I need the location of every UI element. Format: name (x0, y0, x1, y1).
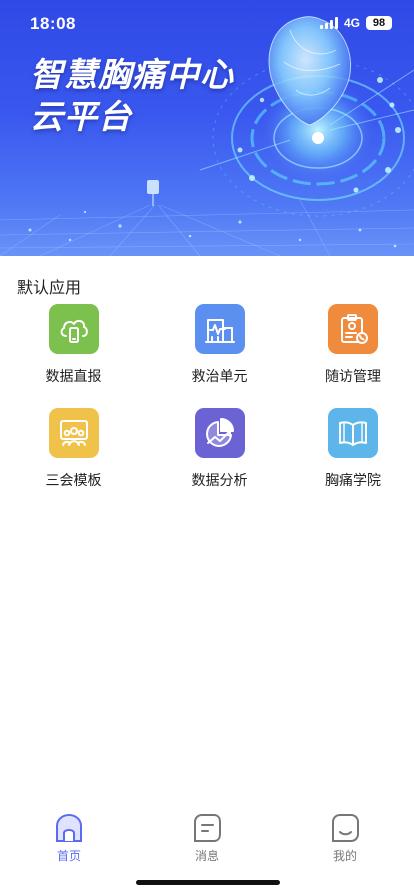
status-bar: 18:08 4G 98 (0, 0, 414, 48)
tab-profile[interactable]: 我的 (305, 812, 385, 864)
app-label: 数据分析 (191, 473, 248, 489)
tab-label: 首页 (56, 849, 81, 863)
battery-level: 98 (366, 16, 392, 30)
apps-grid: 数据直报 救治单元 随访管理 三会模板 数据分析 胸痛学院 (0, 304, 414, 490)
status-time: 18:08 (30, 14, 76, 33)
app-label: 胸痛学院 (325, 473, 381, 489)
clipboard-phone-icon (328, 304, 378, 354)
cellular-signal-icon (319, 17, 338, 29)
section-title-default-apps: 默认应用 (17, 278, 82, 297)
app-label: 随访管理 (325, 369, 381, 385)
app-treatment-unit[interactable]: 救治单元 (147, 304, 292, 386)
banner-title-line-1: 智慧胸痛中心 (30, 55, 234, 94)
bottom-tab-bar: 首页 消息 我的 (0, 812, 414, 872)
home-icon (56, 813, 82, 842)
status-indicators: 4G 98 (319, 16, 392, 30)
tab-home[interactable]: 首页 (29, 812, 109, 864)
banner-title: 智慧胸痛中心 云平台 (30, 54, 234, 138)
app-followup-management[interactable]: 随访管理 (292, 304, 414, 386)
header-banner: 18:08 4G 98 智慧胸痛中心 云平台 (0, 0, 414, 256)
app-data-analysis[interactable]: 数据分析 (147, 408, 292, 490)
pie-chart-trend-icon (194, 408, 245, 458)
tab-messages[interactable]: 消息 (167, 812, 247, 864)
cloud-phone-icon (48, 304, 99, 354)
tab-label: 消息 (194, 849, 219, 863)
tab-label: 我的 (332, 849, 357, 863)
message-icon (194, 814, 221, 842)
app-chest-pain-academy[interactable]: 胸痛学院 (292, 408, 414, 490)
hospital-heartbeat-icon (194, 304, 245, 354)
meeting-screen-icon (48, 408, 99, 458)
app-data-report[interactable]: 数据直报 (0, 304, 147, 386)
profile-icon (332, 814, 359, 842)
app-label: 三会模板 (45, 473, 102, 489)
app-label: 救治单元 (191, 369, 248, 385)
network-type: 4G (343, 16, 360, 30)
app-meeting-templates[interactable]: 三会模板 (0, 408, 147, 490)
banner-title-line-2: 云平台 (30, 97, 132, 136)
app-label: 数据直报 (45, 369, 102, 385)
home-indicator[interactable] (136, 880, 280, 885)
open-book-icon (328, 408, 378, 458)
